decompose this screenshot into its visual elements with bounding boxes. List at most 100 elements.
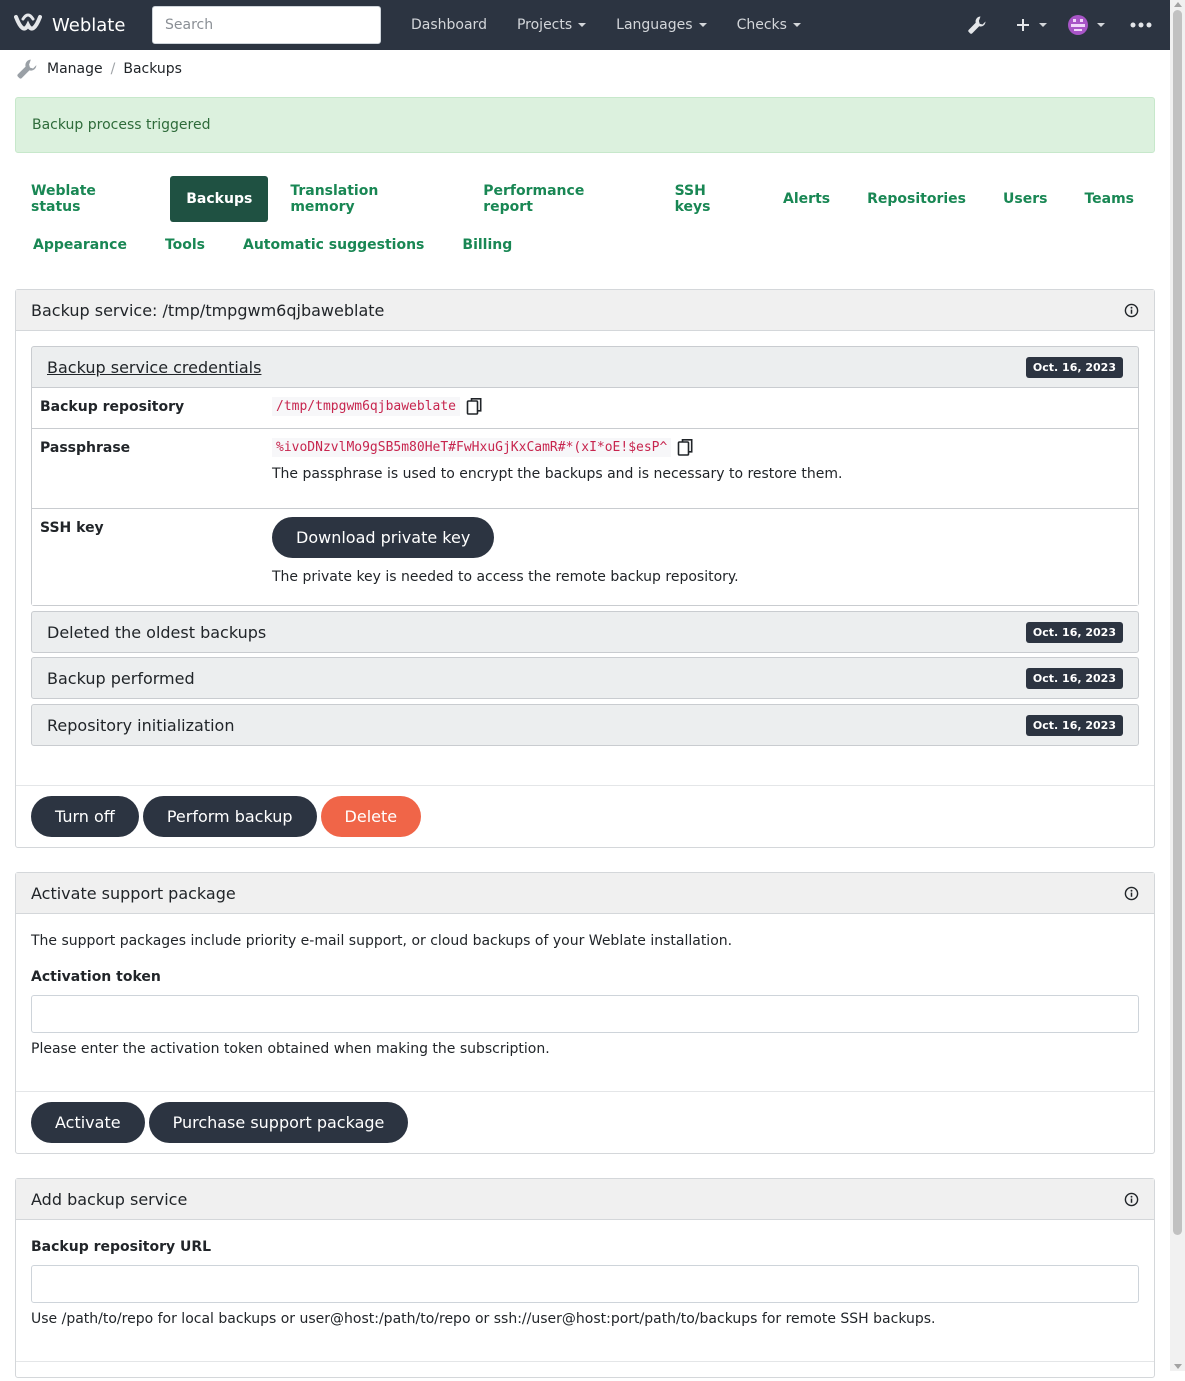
backup-url-help: Use /path/to/repo for local backups or u… bbox=[31, 1311, 936, 1327]
credentials-toggle[interactable]: Backup service credentials bbox=[47, 358, 261, 377]
main-nav: Dashboard Projects Languages Checks bbox=[396, 0, 816, 50]
success-alert: Backup process triggered bbox=[15, 97, 1155, 153]
backup-url-label: Backup repository URL bbox=[31, 1239, 212, 1255]
log-header: Deleted the oldest backups Oct. 16, 2023 bbox=[32, 612, 1138, 652]
backup-url-input[interactable] bbox=[31, 1265, 1139, 1303]
tab-backups[interactable]: Backups bbox=[170, 176, 269, 222]
scroll-thumb[interactable] bbox=[1173, 10, 1182, 1235]
add-backup-title: Add backup service bbox=[31, 1189, 188, 1209]
activate-button[interactable]: Activate bbox=[31, 1102, 145, 1143]
tab-users[interactable]: Users bbox=[987, 176, 1063, 222]
tab-row-2: Appearance Tools Automatic suggestions B… bbox=[15, 222, 1155, 268]
tab-billing[interactable]: Billing bbox=[446, 222, 528, 268]
alert-message: Backup process triggered bbox=[32, 117, 211, 133]
tab-tools[interactable]: Tools bbox=[149, 222, 221, 268]
info-icon[interactable] bbox=[1124, 1192, 1139, 1207]
more-menu-button[interactable] bbox=[1112, 0, 1170, 50]
caret-down-icon bbox=[698, 23, 707, 27]
support-description: The support packages include priority e-… bbox=[31, 933, 733, 949]
log-header: Repository initialization Oct. 16, 2023 bbox=[32, 705, 1138, 745]
support-actions: Activate Purchase support package bbox=[16, 1091, 1154, 1153]
nav-projects[interactable]: Projects bbox=[502, 17, 601, 33]
weblate-logo-icon bbox=[14, 13, 42, 31]
tab-row-1: Weblate status Backups Translation memor… bbox=[15, 176, 1155, 222]
passphrase-row: Passphrase %ivoDNzvlMo9gSB5m80HeT#FwHxuG… bbox=[32, 429, 1138, 509]
ssh-key-label: SSH key bbox=[40, 520, 104, 536]
log-backup-performed[interactable]: Backup performed Oct. 16, 2023 bbox=[31, 657, 1139, 699]
brand-link[interactable]: Weblate bbox=[14, 13, 146, 37]
info-icon[interactable] bbox=[1124, 886, 1139, 901]
page-scrollbar[interactable] bbox=[1170, 0, 1185, 1371]
log-title: Backup performed bbox=[47, 668, 195, 688]
breadcrumb-backups[interactable]: Backups bbox=[123, 61, 182, 77]
nav-right bbox=[952, 0, 1170, 50]
tab-translation-memory[interactable]: Translation memory bbox=[274, 176, 462, 222]
tab-appearance[interactable]: Appearance bbox=[15, 222, 143, 268]
date-badge: Oct. 16, 2023 bbox=[1025, 667, 1123, 689]
nav-checks[interactable]: Checks bbox=[722, 17, 816, 33]
breadcrumb-separator: / bbox=[110, 61, 116, 77]
backup-actions: Turn off Perform backup Delete bbox=[16, 785, 1154, 847]
more-icon bbox=[1130, 22, 1152, 28]
breadcrumb-manage[interactable]: Manage bbox=[47, 61, 103, 77]
nav-languages[interactable]: Languages bbox=[601, 17, 721, 33]
caret-down-icon bbox=[578, 23, 587, 27]
log-header: Backup performed Oct. 16, 2023 bbox=[32, 658, 1138, 698]
backup-service-header: Backup service: /tmp/tmpgwm6qjbaweblate bbox=[16, 290, 1154, 331]
breadcrumb: Manage / Backups bbox=[16, 56, 182, 82]
log-deleted-oldest[interactable]: Deleted the oldest backups Oct. 16, 2023 bbox=[31, 611, 1139, 653]
add-backup-header: Add backup service bbox=[16, 1179, 1154, 1220]
support-header: Activate support package bbox=[16, 873, 1154, 914]
passphrase-value: %ivoDNzvlMo9gSB5m80HeT#FwHxuGjKxCamR#*(x… bbox=[272, 438, 672, 457]
credentials-header: Backup service credentials Oct. 16, 2023 bbox=[32, 347, 1138, 387]
tab-teams[interactable]: Teams bbox=[1068, 176, 1150, 222]
ssh-key-value-cell: Download private key The private key is … bbox=[272, 509, 1130, 605]
tab-ssh-keys[interactable]: SSH keys bbox=[659, 176, 762, 222]
log-repository-init[interactable]: Repository initialization Oct. 16, 2023 bbox=[31, 704, 1139, 746]
repository-row: Backup repository /tmp/tmpgwm6qjbaweblat… bbox=[32, 388, 1138, 429]
date-badge: Oct. 16, 2023 bbox=[1025, 714, 1123, 736]
copy-icon[interactable] bbox=[677, 438, 694, 456]
manage-tabs: Weblate status Backups Translation memor… bbox=[15, 176, 1155, 268]
tab-performance-report[interactable]: Performance report bbox=[467, 176, 653, 222]
copy-icon[interactable] bbox=[466, 397, 483, 415]
manage-button[interactable] bbox=[952, 0, 1002, 50]
date-badge: Oct. 16, 2023 bbox=[1025, 621, 1123, 643]
ssh-key-help: The private key is needed to access the … bbox=[272, 569, 739, 585]
wrench-icon bbox=[17, 59, 37, 79]
tab-automatic-suggestions[interactable]: Automatic suggestions bbox=[227, 222, 440, 268]
top-navbar: Weblate Dashboard Projects Languages Che… bbox=[0, 0, 1170, 50]
perform-backup-button[interactable]: Perform backup bbox=[142, 796, 317, 837]
tab-alerts[interactable]: Alerts bbox=[767, 176, 846, 222]
credentials-table: Backup repository /tmp/tmpgwm6qjbaweblat… bbox=[32, 387, 1138, 605]
scroll-down-icon[interactable] bbox=[1174, 1364, 1182, 1369]
activation-token-label: Activation token bbox=[31, 969, 161, 985]
backup-service-card: Backup service: /tmp/tmpgwm6qjbaweblate … bbox=[15, 289, 1155, 848]
activation-token-input[interactable] bbox=[31, 995, 1139, 1033]
log-title: Repository initialization bbox=[47, 715, 235, 735]
download-private-key-button[interactable]: Download private key bbox=[272, 517, 495, 558]
add-backup-footer bbox=[16, 1361, 1154, 1381]
caret-down-icon bbox=[1039, 23, 1047, 27]
scroll-up-icon[interactable] bbox=[1174, 2, 1182, 7]
ssh-key-row: SSH key Download private key The private… bbox=[32, 509, 1138, 605]
search-input[interactable] bbox=[152, 6, 381, 44]
passphrase-value-cell: %ivoDNzvlMo9gSB5m80HeT#FwHxuGjKxCamR#*(x… bbox=[272, 429, 1130, 508]
passphrase-help: The passphrase is used to encrypt the ba… bbox=[272, 466, 843, 482]
activation-token-help: Please enter the activation token obtain… bbox=[31, 1041, 550, 1057]
support-package-card: Activate support package The support pac… bbox=[15, 872, 1155, 1154]
turn-off-button[interactable]: Turn off bbox=[31, 796, 139, 837]
date-badge: Oct. 16, 2023 bbox=[1025, 356, 1123, 378]
purchase-support-button[interactable]: Purchase support package bbox=[148, 1102, 409, 1143]
plus-icon bbox=[1017, 19, 1029, 31]
info-icon[interactable] bbox=[1124, 303, 1139, 318]
backup-service-title: Backup service: /tmp/tmpgwm6qjbaweblate bbox=[31, 300, 385, 320]
add-menu-button[interactable] bbox=[1002, 0, 1060, 50]
delete-button[interactable]: Delete bbox=[320, 796, 422, 837]
tab-weblate-status[interactable]: Weblate status bbox=[15, 176, 165, 222]
tab-repositories[interactable]: Repositories bbox=[851, 176, 982, 222]
nav-dashboard[interactable]: Dashboard bbox=[396, 17, 502, 33]
user-menu-button[interactable] bbox=[1060, 0, 1112, 50]
repository-value-cell: /tmp/tmpgwm6qjbaweblate bbox=[272, 388, 1130, 428]
passphrase-label: Passphrase bbox=[40, 440, 131, 456]
